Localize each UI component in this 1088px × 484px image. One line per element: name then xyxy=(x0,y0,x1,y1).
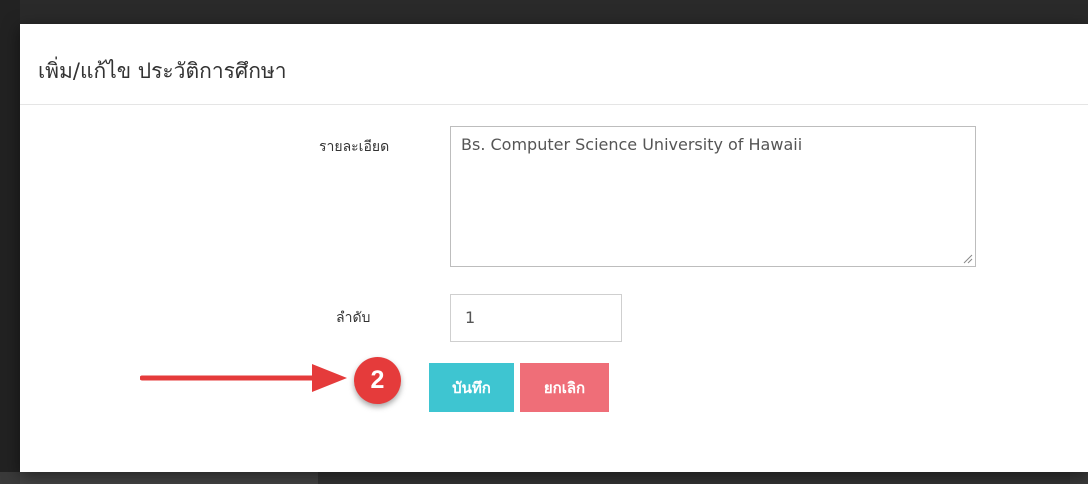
order-input-value: 1 xyxy=(465,308,476,327)
order-input[interactable]: 1 xyxy=(450,294,622,342)
backdrop-column xyxy=(20,472,318,484)
education-history-modal: เพิ่ม/แก้ไข ประวัติการศึกษา รายละเอียด B… xyxy=(20,24,1088,472)
detail-textarea[interactable]: Bs. Computer Science University of Hawai… xyxy=(450,126,976,267)
step-number-badge: 2 xyxy=(354,357,401,404)
backdrop-column xyxy=(318,472,1070,484)
cancel-button[interactable]: ยกเลิก xyxy=(520,363,609,412)
page-backdrop xyxy=(0,0,20,484)
detail-label: รายละเอียด xyxy=(319,139,390,155)
modal-title: เพิ่ม/แก้ไข ประวัติการศึกษา xyxy=(38,59,287,83)
save-button[interactable]: บันทึก xyxy=(429,363,514,412)
backdrop-table-edge xyxy=(0,472,1088,484)
modal-header: เพิ่ม/แก้ไข ประวัติการศึกษา xyxy=(20,24,1088,105)
order-label: ลำดับ xyxy=(336,310,371,326)
detail-textarea-value: Bs. Computer Science University of Hawai… xyxy=(461,135,803,154)
annotation-arrow-icon xyxy=(140,364,347,392)
resize-grip-icon[interactable] xyxy=(963,254,973,264)
